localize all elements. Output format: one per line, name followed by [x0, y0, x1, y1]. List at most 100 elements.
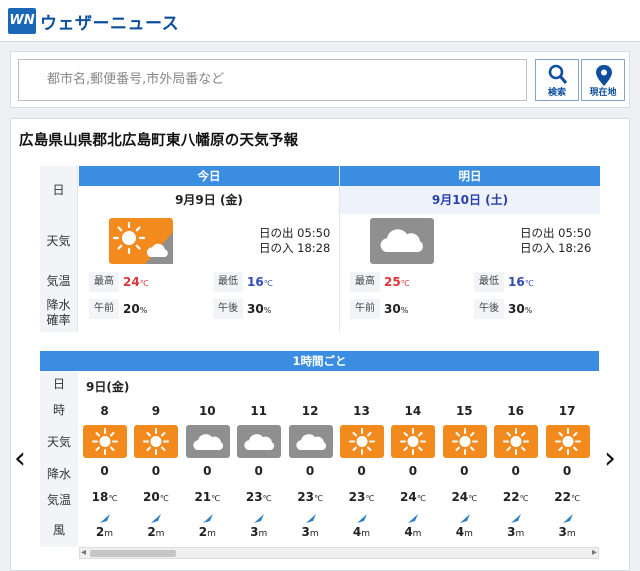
unit-c: ℃	[108, 494, 118, 503]
today-high: 最高 24℃	[89, 272, 207, 292]
row-label-temp: 気温	[40, 269, 78, 294]
sun-icon	[494, 425, 539, 458]
forecast-panel: 広島県山県郡北広島町東八幡原の天気予報 日 天気 気温 降水 確率 今日 9月9…	[10, 118, 630, 571]
sun-and-cloud-icon	[109, 218, 173, 264]
tomorrow-high-value: 25	[384, 275, 401, 289]
precip-value: 0	[305, 464, 315, 478]
today-low-value: 16	[247, 275, 264, 289]
tomorrow-pop-am: 午前 30%	[350, 299, 468, 319]
unit-c: ℃	[519, 494, 529, 503]
temp-value: 24	[400, 490, 417, 504]
hourly-column: 17 0 22℃ 3m	[542, 351, 593, 547]
today-sunset: 日の入 18:28	[259, 241, 331, 255]
hour-value: 11	[250, 404, 268, 418]
hour-value: 12	[301, 404, 319, 418]
next-arrow-icon[interactable]: ›	[604, 444, 616, 474]
row-label-pop-2: 確率	[46, 313, 71, 327]
unit-m: m	[258, 529, 268, 539]
search-icon	[548, 64, 568, 84]
wind-direction-icon	[357, 514, 367, 523]
unit-c: ℃	[262, 494, 272, 503]
unit-c: ℃	[139, 279, 149, 288]
temp-value: 22	[554, 490, 571, 504]
unit-m: m	[155, 529, 165, 539]
low-label: 最低	[213, 272, 243, 292]
temp-value: 23	[297, 490, 314, 504]
hourly-column: 8 0 18℃ 2m	[79, 351, 130, 547]
sun-icon	[83, 425, 127, 458]
hourly-label-wind: 風	[40, 513, 78, 547]
today-pop-pm: 午後 30%	[213, 299, 331, 319]
unit-c: ℃	[570, 494, 580, 503]
precip-value: 0	[357, 464, 366, 478]
hour-value: 13	[353, 404, 370, 418]
brand-logo[interactable]: WN	[8, 8, 36, 34]
hourly-label-hour: 時	[40, 397, 78, 423]
brand-name[interactable]: ウェザーニュース	[40, 9, 179, 34]
sun-icon	[442, 425, 487, 458]
search-input[interactable]: 都市名,郵便番号,市外局番など	[18, 59, 527, 101]
hourly-scrollbar[interactable]: ◂ ▸	[79, 547, 599, 559]
cloud-icon	[370, 218, 434, 264]
unit-c: ℃	[263, 279, 273, 288]
tomorrow-sunset: 日の入 18:26	[520, 241, 592, 255]
wind-direction-icon	[305, 514, 316, 523]
unit-c: ℃	[313, 494, 323, 503]
unit-m: m	[412, 529, 422, 539]
sun-icon	[134, 425, 179, 458]
wind-direction-icon	[254, 514, 265, 523]
precip-value: 0	[511, 464, 520, 478]
sun-icon	[391, 425, 436, 458]
unit-pct: %	[263, 306, 272, 315]
unit-m: m	[361, 529, 371, 539]
search-button-label: 検索	[547, 88, 566, 98]
sun-icon	[545, 425, 590, 458]
unit-m: m	[515, 529, 525, 539]
search-button[interactable]: 検索	[535, 59, 579, 101]
scroll-left-icon[interactable]: ◂	[81, 548, 86, 558]
sun-icon	[340, 425, 384, 458]
unit-m: m	[309, 529, 319, 539]
wind-direction-icon	[151, 514, 162, 523]
temp-value: 20	[143, 490, 160, 504]
temp-value: 24	[451, 490, 469, 504]
today-low: 最低 16℃	[213, 272, 331, 292]
cloud-icon	[185, 425, 230, 458]
high-label: 最高	[89, 272, 119, 292]
hour-value: 9	[151, 404, 161, 418]
tomorrow-low-value: 16	[508, 275, 525, 289]
temp-value: 21	[194, 490, 212, 504]
scroll-right-icon[interactable]: ▸	[592, 548, 597, 558]
low-label: 最低	[474, 272, 504, 292]
tomorrow-pop-pm: 午後 30%	[474, 299, 592, 319]
temp-value: 23	[245, 490, 263, 504]
unit-m: m	[566, 529, 576, 539]
hour-value: 16	[507, 404, 525, 418]
wind-direction-icon	[511, 514, 522, 523]
precip-value: 0	[460, 464, 469, 478]
unit-c: ℃	[400, 279, 410, 288]
hourly-column: 9 0 20℃ 2m	[130, 351, 181, 547]
hourly-column: 15 0 24℃ 4m	[439, 351, 490, 547]
row-label-pop-1: 降水	[46, 298, 71, 312]
tomorrow-sun-times: 日の出 05:50 日の入 18:26	[520, 226, 591, 256]
tomorrow-pop-pm-value: 30	[508, 302, 525, 316]
prev-arrow-icon[interactable]: ‹	[14, 444, 26, 474]
row-label-pop: 降水 確率	[40, 294, 78, 332]
current-location-button[interactable]: 現在地	[581, 59, 625, 101]
tomorrow-column: 明日 9月10日 (土) 日の出 05:50 日の入 18:26 最高 25℃ …	[339, 166, 600, 332]
unit-pct: %	[139, 306, 148, 315]
wind-speed-value: 3	[558, 525, 567, 539]
hourly-column: 16 0 22℃ 3m	[490, 351, 541, 547]
row-label-weather: 天気	[40, 214, 78, 269]
scrollbar-thumb[interactable]	[90, 550, 176, 557]
location-button-label: 現在地	[589, 88, 617, 98]
tomorrow-header: 明日	[340, 166, 600, 186]
unit-m: m	[207, 529, 216, 539]
pm-label: 午後	[213, 299, 243, 319]
hourly-label-temp: 気温	[40, 487, 78, 513]
hourly-label-precip: 降水	[40, 461, 78, 487]
unit-c: ℃	[416, 494, 426, 503]
unit-c: ℃	[524, 279, 534, 288]
hourly-column: 10 0 21℃ 2m	[182, 351, 233, 547]
